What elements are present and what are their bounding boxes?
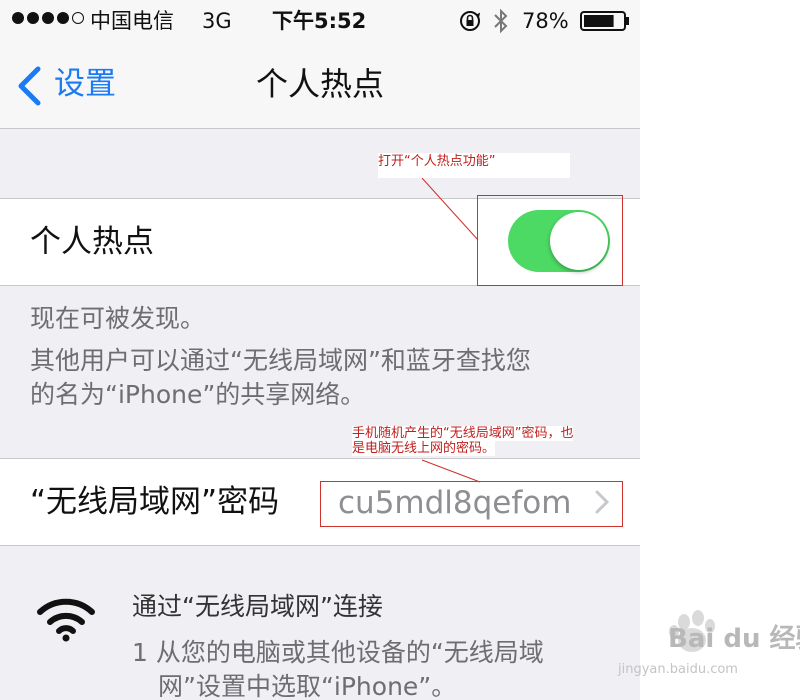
password-highlight-box [320,481,623,527]
annotation-callout-lines [421,177,481,483]
toggle-annotation: 打开“个人热点功能” [378,153,570,178]
toggle-highlight-box [477,195,623,286]
password-annotation-line2: 是电脑无线上网的密码。 [352,441,496,456]
watermark-url: jingyan.baidu.com [618,662,738,677]
watermark-brand: Bai du 经验 [668,624,800,654]
password-annotation-line1: 手机随机产生的“无线局域网”密码，也 [352,426,574,441]
